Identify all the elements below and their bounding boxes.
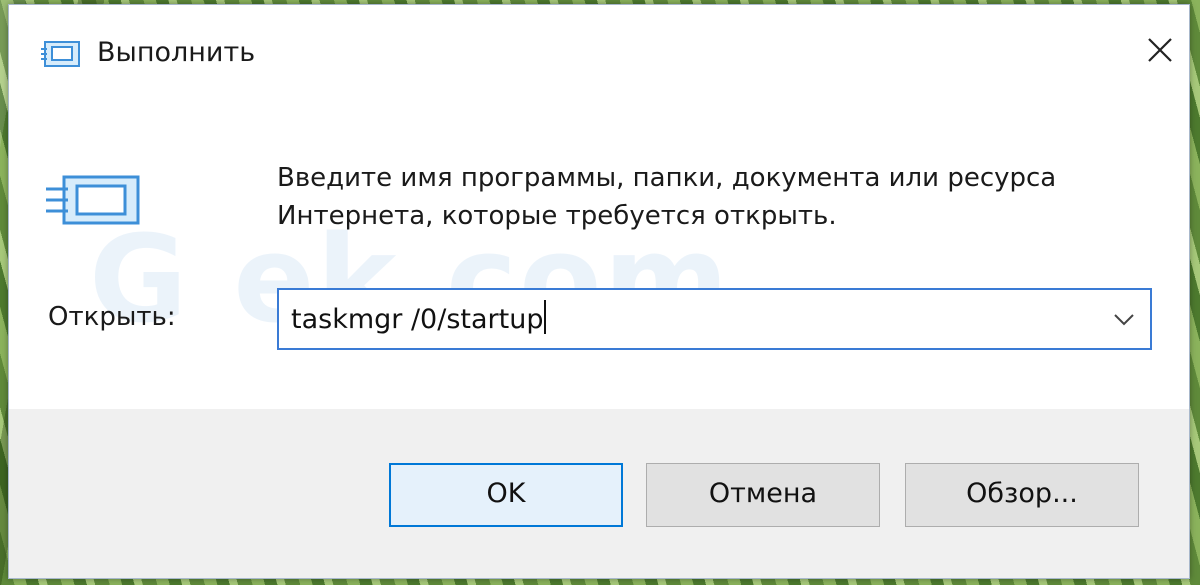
instruction-text: Введите имя программы, папки, документа …	[277, 163, 1057, 231]
run-program-icon	[46, 175, 140, 225]
cancel-button[interactable]: Отмена	[646, 463, 880, 527]
window-title: Выполнить	[97, 37, 256, 68]
browse-button[interactable]: Обзор...	[905, 463, 1139, 527]
button-bar: OK Отмена Обзор...	[9, 409, 1189, 578]
open-combobox[interactable]: taskmgr /0/startup	[277, 288, 1152, 350]
close-icon[interactable]	[1137, 27, 1183, 73]
title-bar[interactable]: Выполнить	[9, 5, 1189, 99]
open-input[interactable]: taskmgr /0/startup	[291, 300, 547, 335]
dialog-content: G ek.com Введите имя программы, папки, д…	[9, 99, 1189, 409]
ok-button[interactable]: OK	[389, 463, 623, 527]
open-label: Открыть:	[48, 302, 176, 332]
open-input-value: taskmgr /0/startup	[291, 304, 544, 335]
chevron-down-icon[interactable]	[1104, 298, 1144, 340]
text-caret	[544, 300, 547, 334]
run-dialog: Выполнить G ek.com Введите имя программы…	[8, 4, 1190, 579]
run-icon	[41, 41, 80, 67]
